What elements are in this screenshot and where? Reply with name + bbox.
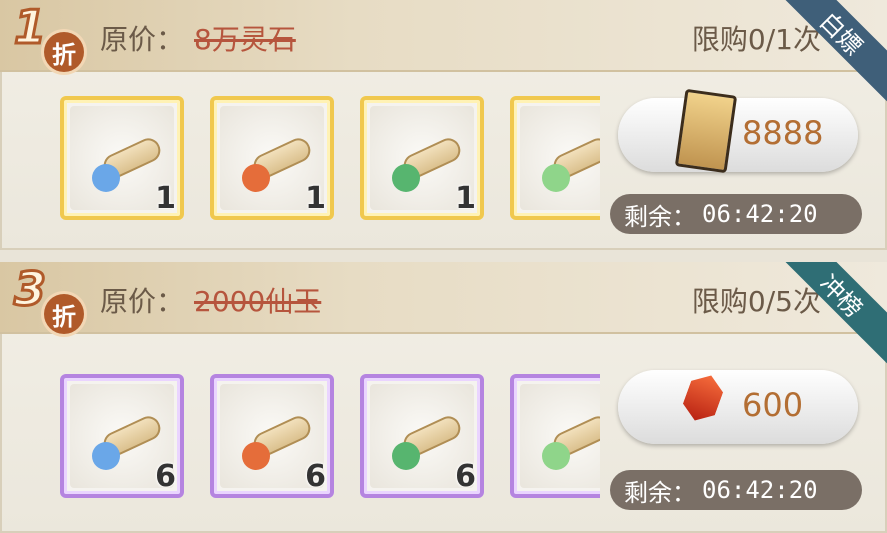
timer-label: 剩余： xyxy=(624,202,696,231)
item-count: 1 xyxy=(455,181,476,216)
reward-item[interactable]: 1 xyxy=(360,96,484,220)
timer-value: 06:42:20 xyxy=(702,200,818,228)
scroll-blue-flower-icon xyxy=(92,134,165,192)
scroll-green-cloud-icon xyxy=(542,412,600,470)
reward-item[interactable]: 6 xyxy=(360,374,484,498)
buy-button[interactable]: 8888 xyxy=(618,88,858,174)
purchase-limit: 限购0/1次 xyxy=(691,23,821,56)
offer-card-1: 1 折 原价： 8万灵石 限购0/1次 白嫖 1 1 1 8888 剩余： 06… xyxy=(0,0,887,250)
buy-button[interactable]: 600 xyxy=(618,370,858,444)
item-count: 6 xyxy=(455,459,476,494)
original-price: 2000仙玉 xyxy=(194,285,322,318)
timer-value: 06:42:20 xyxy=(702,476,818,504)
offer-header: 1 折 原价： 8万灵石 限购0/1次 白嫖 xyxy=(0,0,887,102)
red-jade-gem-icon xyxy=(680,364,726,436)
scroll-green-cloud-icon xyxy=(542,134,600,192)
scroll-red-orb-icon xyxy=(242,412,315,470)
original-price-label: 原价： xyxy=(100,285,185,318)
reward-item[interactable]: 6 xyxy=(210,374,334,498)
reward-item[interactable] xyxy=(510,96,600,220)
reward-items: 1 1 1 xyxy=(60,96,600,228)
discount-char: 折 xyxy=(44,294,84,334)
offer-header: 3 折 原价： 2000仙玉 限购0/5次 冲榜 xyxy=(0,262,887,364)
item-count: 6 xyxy=(155,459,176,494)
offer-card-2: 3 折 原价： 2000仙玉 限购0/5次 冲榜 6 6 6 600 剩余： 0… xyxy=(0,262,887,533)
scroll-green-drop-icon xyxy=(392,412,465,470)
original-price-label: 原价： xyxy=(100,23,185,56)
item-count: 1 xyxy=(305,181,326,216)
discount-digit: 1 xyxy=(12,0,47,56)
reward-items: 6 6 6 xyxy=(60,374,600,506)
scroll-blue-flower-icon xyxy=(92,412,165,470)
reward-item[interactable]: 6 xyxy=(60,374,184,498)
discount-badge: 3 折 xyxy=(2,262,94,334)
buy-price: 600 xyxy=(742,386,804,424)
discount-char: 折 xyxy=(44,32,84,72)
discount-badge: 1 折 xyxy=(2,0,94,72)
item-count: 6 xyxy=(305,459,326,494)
discount-digit: 3 xyxy=(12,262,47,318)
item-count: 1 xyxy=(155,181,176,216)
countdown-timer: 剩余： 06:42:20 xyxy=(610,194,862,234)
timer-label: 剩余： xyxy=(624,478,696,507)
reward-item[interactable]: 1 xyxy=(210,96,334,220)
reward-item[interactable] xyxy=(510,374,600,498)
countdown-timer: 剩余： 06:42:20 xyxy=(610,470,862,510)
purchase-limit: 限购0/5次 xyxy=(691,285,821,318)
buy-price: 8888 xyxy=(742,114,824,152)
original-price: 8万灵石 xyxy=(194,23,296,56)
scroll-green-drop-icon xyxy=(392,134,465,192)
golden-scroll-icon xyxy=(674,88,738,174)
scroll-red-orb-icon xyxy=(242,134,315,192)
reward-item[interactable]: 1 xyxy=(60,96,184,220)
